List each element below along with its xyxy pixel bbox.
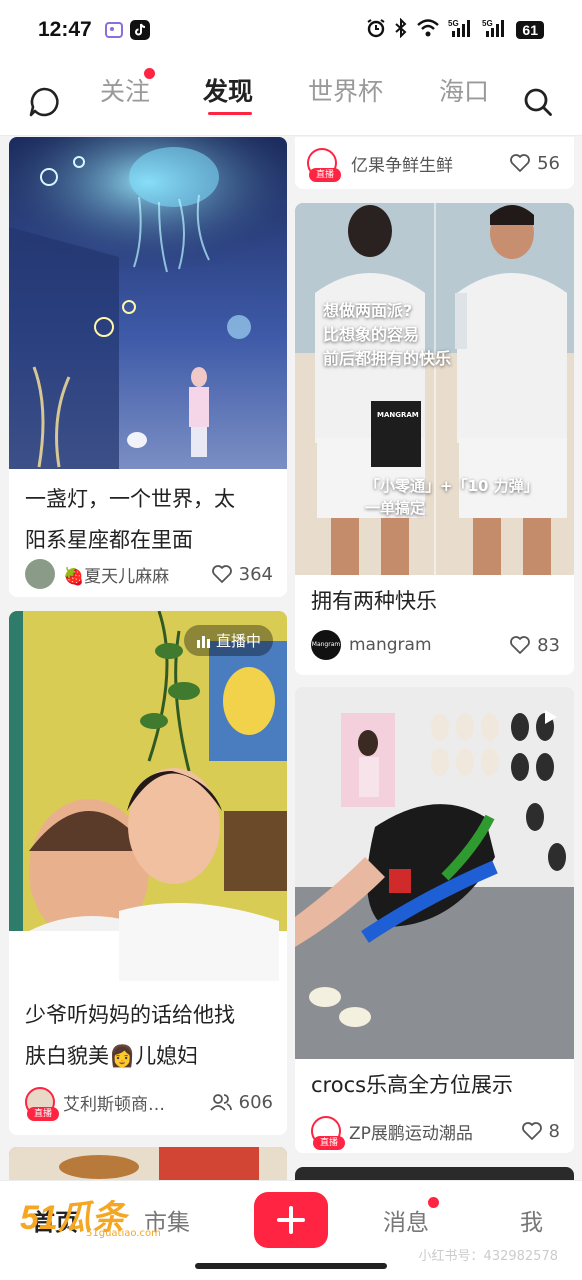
cover-overlay-text: 想做两面派? 比想象的容易 前后都拥有的快乐 — [323, 301, 452, 368]
heart-icon — [510, 154, 530, 172]
author-name[interactable]: 🍓夏天儿麻麻 — [63, 562, 211, 587]
like-count: 364 — [238, 563, 273, 585]
chat-bubble-icon[interactable] — [28, 86, 60, 122]
svg-text:5G: 5G — [482, 19, 493, 28]
messages-badge — [428, 1197, 439, 1208]
viewer-count: 606 — [209, 1092, 273, 1113]
like-count: 83 — [537, 634, 560, 656]
tiktok-notification-icon — [130, 20, 150, 40]
video-play-icon — [544, 709, 558, 729]
note-card-partial[interactable] — [295, 1167, 574, 1180]
like-button[interactable]: 56 — [509, 153, 560, 174]
note-card-fruit-store[interactable]: 直播 亿果争鲜生鲜 56 — [295, 137, 574, 189]
author-name[interactable]: 艾利斯顿商… — [63, 1090, 209, 1115]
feed: 一盏灯，一个世界，太 阳系星座都在里面 🍓夏天儿麻麻 364 直播中 少爷听妈妈… — [0, 137, 582, 1180]
note-card-partial[interactable] — [9, 1147, 287, 1180]
live-bars-icon — [196, 635, 210, 648]
like-count: 8 — [548, 1120, 560, 1142]
live-tag: 直播 — [313, 1136, 345, 1150]
note-cover-image — [9, 137, 287, 469]
home-indicator[interactable] — [195, 1263, 387, 1269]
heart-icon — [521, 1122, 542, 1140]
heart-icon — [510, 636, 530, 654]
author-name[interactable]: 亿果争鲜生鲜 — [351, 151, 509, 176]
create-post-button[interactable] — [254, 1192, 328, 1248]
tab-discover[interactable]: 发现 — [203, 72, 253, 108]
user-id-watermark: 小红书号：432982578 — [418, 1249, 558, 1264]
avatar[interactable]: 直播 — [311, 1116, 345, 1150]
alarm-icon — [366, 18, 386, 42]
note-meta: 直播 亿果争鲜生鲜 56 — [307, 146, 560, 182]
note-card-jellyfish-lamp[interactable]: 一盏灯，一个世界，太 阳系星座都在里面 🍓夏天儿麻麻 364 — [9, 137, 287, 597]
cover-overlay-text-bottom: 「小零通」+「10 力弹」 一单搞定 — [365, 477, 539, 517]
live-status-badge: 直播中 — [183, 625, 273, 656]
note-meta: 直播 ZP展鹏运动潮品 8 — [311, 1114, 560, 1150]
active-tab-indicator — [208, 112, 252, 115]
live-tag: 直播 — [309, 168, 341, 182]
gallery-notification-icon — [104, 20, 124, 40]
like-button[interactable]: 364 — [211, 564, 273, 585]
status-icons: 5G 5G 61 — [366, 17, 544, 42]
author-name[interactable]: ZP展鹏运动潮品 — [349, 1119, 521, 1144]
wifi-icon — [416, 18, 440, 42]
like-button[interactable]: 8 — [521, 1121, 560, 1142]
like-count: 56 — [537, 152, 560, 174]
avatar[interactable]: Mangram — [311, 630, 341, 660]
note-title: crocs乐高全方位展示 — [311, 1073, 514, 1097]
live-tag: 直播 — [27, 1107, 59, 1121]
tab-haikou[interactable]: 海口 — [439, 72, 489, 108]
tab-world-cup[interactable]: 世界杯 — [308, 72, 383, 108]
note-meta: 🍓夏天儿麻麻 364 — [25, 557, 273, 591]
top-nav: 关注 发现 世界杯 海口 — [0, 62, 582, 136]
avatar[interactable] — [25, 559, 55, 589]
note-card-crocs[interactable]: crocs乐高全方位展示 直播 ZP展鹏运动潮品 8 — [295, 687, 574, 1153]
watermark-site: 51guatiao.com — [86, 1228, 161, 1239]
tab-messages[interactable]: 消息 — [383, 1203, 429, 1237]
avatar[interactable]: 直播 — [307, 148, 341, 182]
avatar[interactable]: 直播 — [25, 1087, 59, 1121]
battery-indicator: 61 — [516, 21, 544, 39]
heart-icon — [211, 565, 232, 583]
note-title: 拥有两种快乐 — [311, 589, 437, 613]
note-meta: Mangram mangram 83 — [311, 628, 560, 662]
viewers-icon — [209, 1094, 232, 1111]
note-cover-image — [9, 1147, 287, 1180]
signal-5g-icon: 5G — [448, 18, 474, 42]
note-cover-image — [295, 687, 574, 1059]
note-meta: 直播 艾利斯顿商… 606 — [25, 1085, 273, 1121]
note-title: 少爷听妈妈的话给他找 肤白貌美👩儿媳妇 — [25, 1003, 235, 1068]
note-card-mangram[interactable]: 想做两面派? 比想象的容易 前后都拥有的快乐 「小零通」+「10 力弹」 一单搞… — [295, 203, 574, 675]
note-cover-image — [9, 611, 287, 981]
signal-5g-icon-2: 5G — [482, 18, 508, 42]
status-bar: 12:47 5G 5G 61 — [0, 0, 582, 62]
tab-me[interactable]: 我 — [520, 1203, 543, 1237]
like-button[interactable]: 83 — [509, 635, 560, 656]
note-cover-image — [295, 203, 574, 575]
note-title: 一盏灯，一个世界，太 阳系星座都在里面 — [25, 487, 235, 552]
product-box-label: MANGRAM — [377, 411, 419, 419]
status-time: 12:47 — [38, 18, 92, 41]
follow-badge — [144, 68, 155, 79]
tab-follow[interactable]: 关注 — [100, 72, 150, 108]
svg-text:5G: 5G — [448, 19, 459, 28]
author-name[interactable]: mangram — [349, 635, 509, 655]
plus-icon — [277, 1206, 305, 1234]
search-icon[interactable] — [522, 86, 554, 122]
bluetooth-icon — [394, 17, 408, 42]
note-card-live-stream[interactable]: 直播中 少爷听妈妈的话给他找 肤白貌美👩儿媳妇 直播 艾利斯顿商… 606 — [9, 611, 287, 1135]
